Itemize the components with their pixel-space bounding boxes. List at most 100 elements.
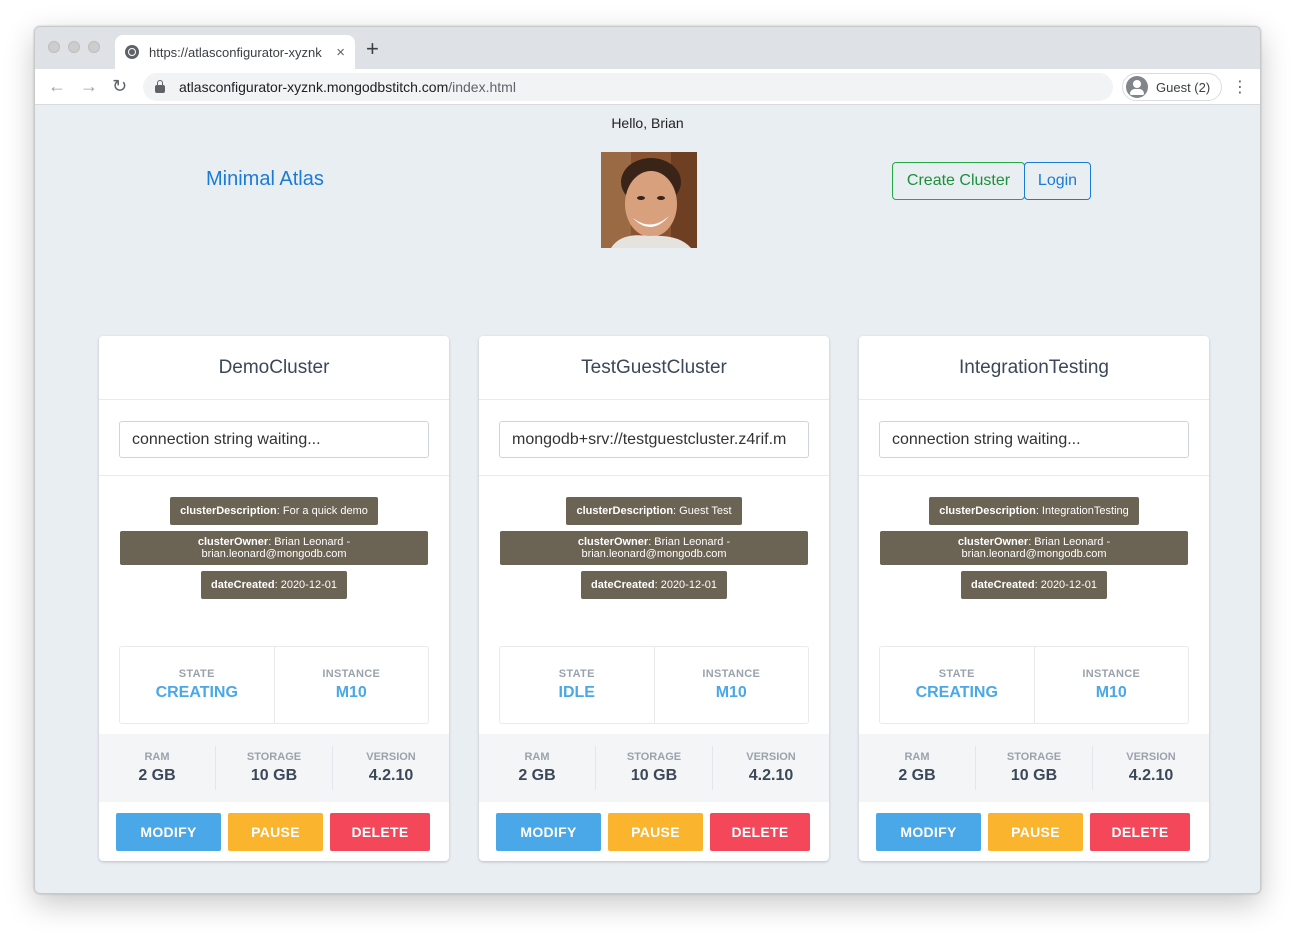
pause-button[interactable]: PAUSE <box>228 813 323 851</box>
date-value: : 2020-12-01 <box>274 579 337 591</box>
avatar-portrait-icon <box>601 152 697 248</box>
connection-string-field[interactable] <box>879 421 1189 458</box>
card-actions: MODIFY PAUSE DELETE <box>859 802 1209 861</box>
ram-value: 2 GB <box>518 767 556 784</box>
tab-title: https://atlasconfigurator-xyznk <box>149 44 322 60</box>
description-key: clusterDescription <box>180 505 277 517</box>
modify-button[interactable]: MODIFY <box>876 813 981 851</box>
brand-link[interactable]: Minimal Atlas <box>206 168 324 191</box>
instance-value: M10 <box>335 684 367 701</box>
description-key: clusterDescription <box>576 505 674 517</box>
state-column: STATE CREATING <box>120 647 274 723</box>
pause-button[interactable]: PAUSE <box>608 813 703 851</box>
delete-button[interactable]: DELETE <box>710 813 810 851</box>
cluster-tags: clusterDescription: For a quick demo clu… <box>99 476 449 646</box>
cluster-card: TestGuestCluster clusterDescription: Gue… <box>479 336 829 861</box>
description-tag: clusterDescription: Guest Test <box>566 497 742 525</box>
storage-label: STORAGE <box>246 751 302 763</box>
ram-label: RAM <box>144 751 170 763</box>
instance-label: INSTANCE <box>322 668 381 680</box>
state-label: STATE <box>938 668 975 680</box>
forward-icon[interactable]: → <box>80 75 98 97</box>
storage-value: 10 GB <box>1010 767 1058 784</box>
back-icon[interactable]: ← <box>48 75 66 97</box>
minimize-window-button[interactable] <box>68 41 80 53</box>
owner-key: clusterOwner <box>577 536 649 548</box>
version-column: VERSION 4.2.10 <box>1092 746 1209 790</box>
state-instance-box: STATE IDLE INSTANCE M10 <box>499 646 809 724</box>
browser-tab[interactable]: https://atlasconfigurator-xyznk × <box>115 35 355 69</box>
state-column: STATE CREATING <box>880 647 1034 723</box>
instance-column: INSTANCE M10 <box>1033 647 1189 723</box>
connection-string-field[interactable] <box>499 421 809 458</box>
browser-toolbar: ← → ↻ atlasconfigurator-xyznk.mongodbsti… <box>35 69 1260 105</box>
owner-key: clusterOwner <box>957 536 1029 548</box>
date-tag: dateCreated: 2020-12-01 <box>961 571 1107 599</box>
url-host: atlasconfigurator-xyznk.mongodbstitch.co… <box>179 79 449 95</box>
date-value: : 2020-12-01 <box>1034 579 1097 591</box>
connection-string-section <box>859 400 1209 476</box>
storage-value: 10 GB <box>630 767 678 784</box>
connection-string-field[interactable] <box>119 421 429 458</box>
cluster-tags: clusterDescription: Guest Test clusterOw… <box>479 476 829 646</box>
state-value: CREATING <box>155 684 238 701</box>
pause-button[interactable]: PAUSE <box>988 813 1083 851</box>
cluster-name: IntegrationTesting <box>859 336 1209 400</box>
date-tag: dateCreated: 2020-12-01 <box>201 571 347 599</box>
owner-tag: clusterOwner: Brian Leonard - brian.leon… <box>500 531 808 565</box>
close-window-button[interactable] <box>48 41 60 53</box>
cluster-tags: clusterDescription: IntegrationTesting c… <box>859 476 1209 646</box>
storage-column: STORAGE 10 GB <box>975 746 1092 790</box>
cluster-name: TestGuestCluster <box>479 336 829 400</box>
version-label: VERSION <box>366 751 416 763</box>
delete-button[interactable]: DELETE <box>1090 813 1190 851</box>
description-key: clusterDescription <box>939 505 1036 517</box>
description-value: : IntegrationTesting <box>1035 505 1129 517</box>
description-value: : For a quick demo <box>276 505 368 517</box>
storage-value: 10 GB <box>250 767 298 784</box>
date-key: dateCreated <box>971 579 1035 591</box>
browser-menu-icon[interactable]: ⋮ <box>1232 77 1248 97</box>
instance-column: INSTANCE M10 <box>273 647 429 723</box>
description-tag: clusterDescription: For a quick demo <box>170 497 378 525</box>
date-value: : 2020-12-01 <box>654 579 717 591</box>
browser-window: https://atlasconfigurator-xyznk × + ← → … <box>34 26 1261 894</box>
profile-button[interactable]: Guest (2) <box>1122 73 1222 101</box>
new-tab-button[interactable]: + <box>366 38 379 60</box>
card-actions: MODIFY PAUSE DELETE <box>479 802 829 861</box>
cluster-name: DemoCluster <box>99 336 449 400</box>
close-tab-icon[interactable]: × <box>336 44 345 61</box>
cluster-card: IntegrationTesting clusterDescription: I… <box>859 336 1209 861</box>
version-label: VERSION <box>746 751 796 763</box>
address-bar[interactable]: atlasconfigurator-xyznk.mongodbstitch.co… <box>143 73 1113 101</box>
date-key: dateCreated <box>591 579 655 591</box>
specs-row: RAM 2 GB STORAGE 10 GB VERSION 4.2.10 <box>479 734 829 802</box>
modify-button[interactable]: MODIFY <box>496 813 601 851</box>
connection-string-section <box>479 400 829 476</box>
user-avatar-photo <box>601 152 697 248</box>
create-cluster-button[interactable]: Create Cluster <box>892 162 1025 200</box>
state-label: STATE <box>558 668 595 680</box>
delete-button[interactable]: DELETE <box>330 813 430 851</box>
version-value: 4.2.10 <box>368 767 414 784</box>
version-column: VERSION 4.2.10 <box>332 746 449 790</box>
modify-button[interactable]: MODIFY <box>116 813 221 851</box>
ram-label: RAM <box>524 751 550 763</box>
storage-column: STORAGE 10 GB <box>595 746 712 790</box>
date-key: dateCreated <box>211 579 275 591</box>
zoom-window-button[interactable] <box>88 41 100 53</box>
date-tag: dateCreated: 2020-12-01 <box>581 571 727 599</box>
ram-column: RAM 2 GB <box>479 746 595 790</box>
state-value: IDLE <box>558 684 595 701</box>
reload-icon[interactable]: ↻ <box>112 75 127 97</box>
version-column: VERSION 4.2.10 <box>712 746 829 790</box>
state-label: STATE <box>178 668 215 680</box>
login-button[interactable]: Login <box>1024 162 1091 200</box>
version-value: 4.2.10 <box>1128 767 1174 784</box>
cluster-card: DemoCluster clusterDescription: For a qu… <box>99 336 449 861</box>
specs-row: RAM 2 GB STORAGE 10 GB VERSION 4.2.10 <box>859 734 1209 802</box>
description-value: : Guest Test <box>673 505 732 517</box>
profile-label: Guest (2) <box>1156 79 1211 95</box>
owner-key: clusterOwner <box>197 536 269 548</box>
storage-label: STORAGE <box>626 751 682 763</box>
